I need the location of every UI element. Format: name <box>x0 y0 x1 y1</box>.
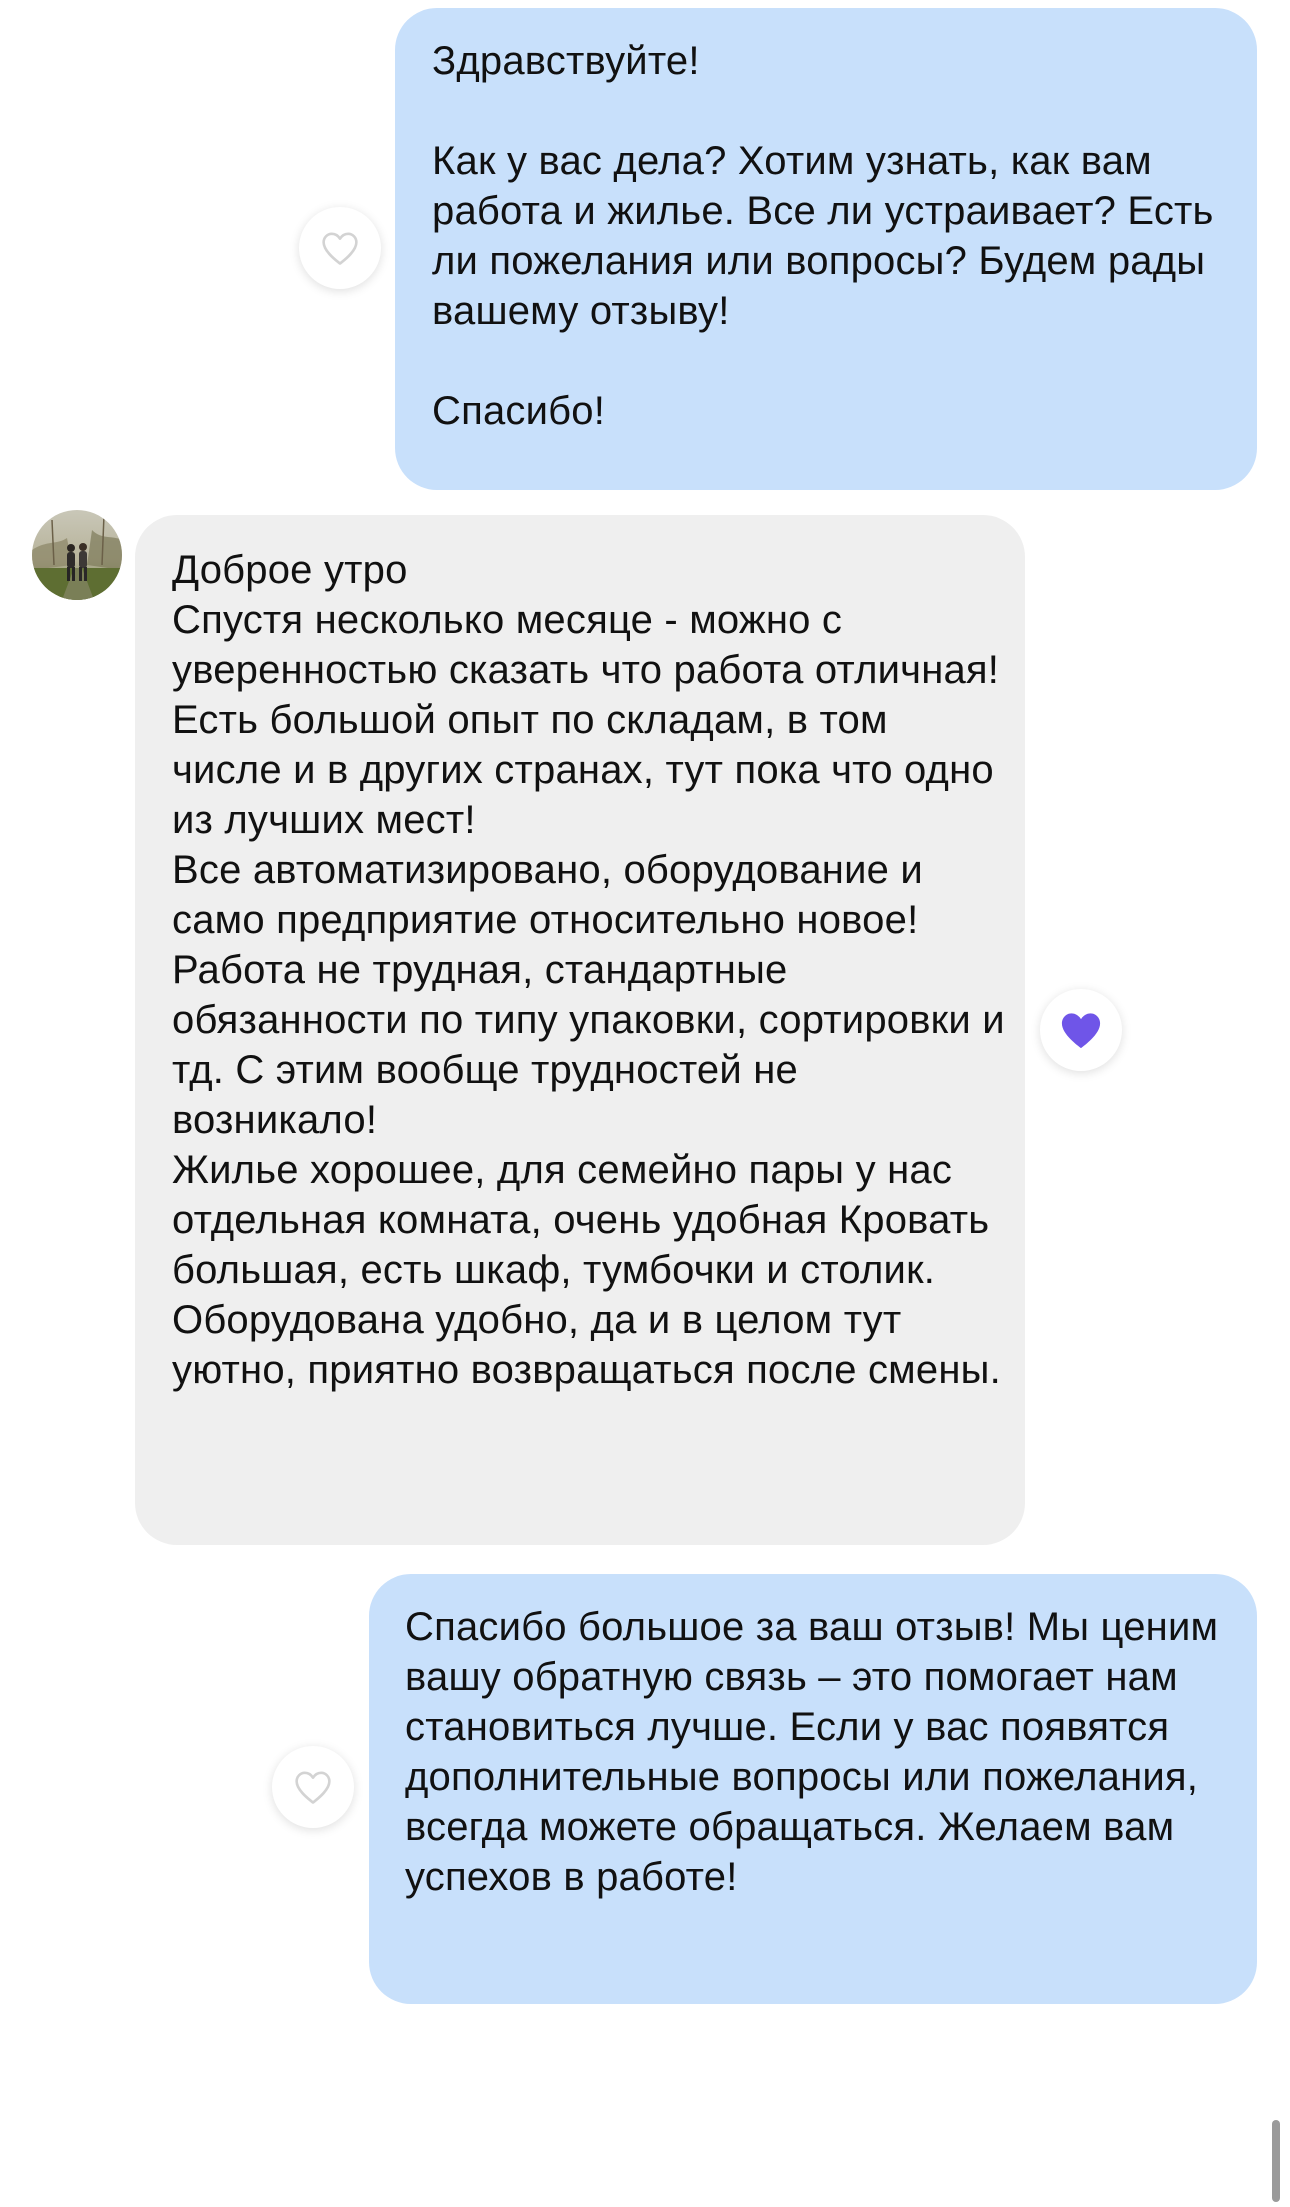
scrollbar[interactable] <box>1272 2120 1280 2202</box>
heart-filled-icon <box>1061 1013 1101 1049</box>
avatar[interactable] <box>32 510 122 600</box>
user-avatar-image <box>32 510 122 600</box>
like-button[interactable] <box>299 207 381 289</box>
like-button[interactable] <box>1040 989 1122 1071</box>
incoming-message-bubble[interactable]: Доброе утро Спустя несколько месяце - мо… <box>135 515 1025 1545</box>
like-button[interactable] <box>272 1746 354 1828</box>
heart-outline-icon <box>322 232 358 265</box>
outgoing-message-bubble[interactable]: Спасибо большое за ваш отзыв! Мы ценим в… <box>369 1574 1257 2004</box>
heart-outline-icon <box>295 1771 331 1804</box>
outgoing-message-bubble[interactable]: Здравствуйте! Как у вас дела? Хотим узна… <box>395 8 1257 490</box>
